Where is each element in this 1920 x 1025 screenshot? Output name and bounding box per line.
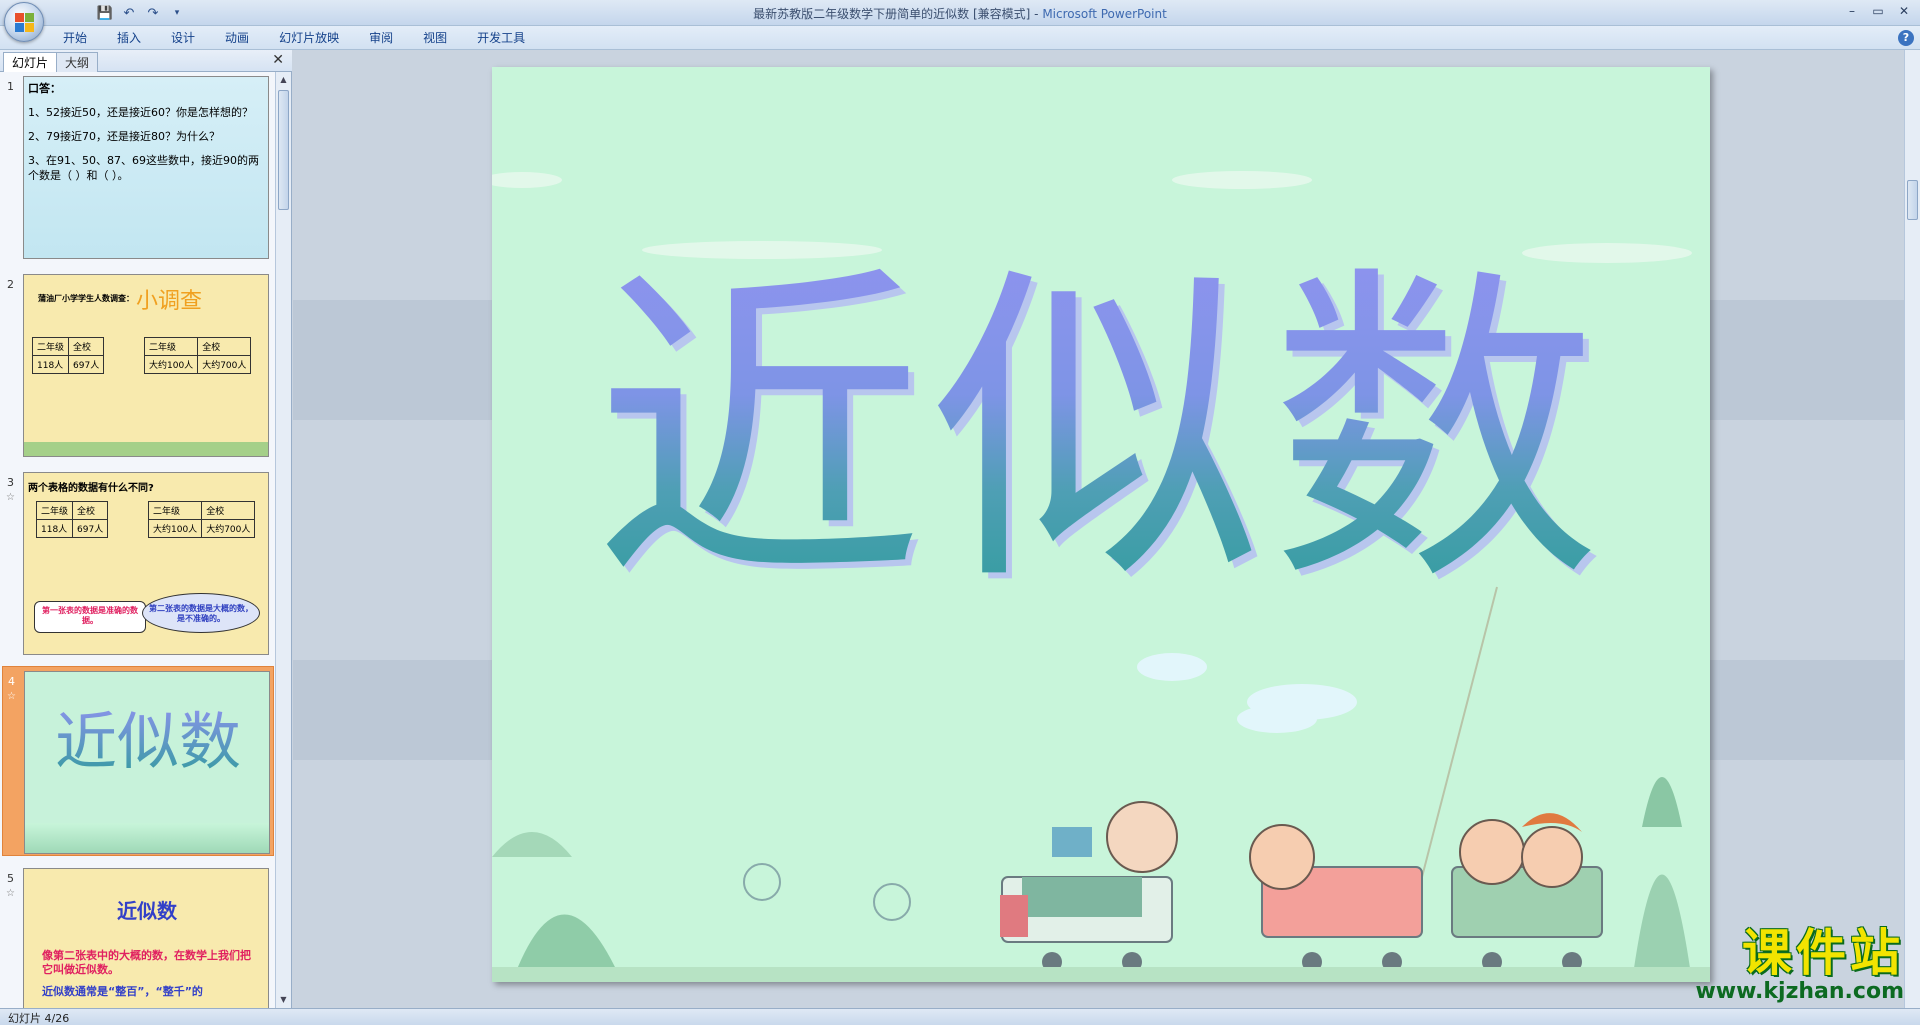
slide-thumb-1[interactable]: 1 口答： 1、52接近50，还是接近60？你是怎样想的？ 2、79接近70，还… bbox=[2, 72, 274, 262]
table-cell: 697人 bbox=[72, 519, 109, 538]
table-cell: 全校 bbox=[197, 337, 252, 356]
app-name: Microsoft PowerPoint bbox=[1042, 7, 1167, 21]
thumb-card: 两个表格的数据有什么不同? 二年级 全校 118人 697人 二年级 全校 大约100… bbox=[23, 472, 269, 655]
table-cell: 二年级 bbox=[143, 337, 199, 356]
animation-star-icon: ☆ bbox=[7, 691, 16, 702]
table-cell: 全校 bbox=[68, 337, 105, 356]
table-cell: 大约700人 bbox=[197, 355, 252, 374]
tab-developer[interactable]: 开发工具 bbox=[462, 26, 540, 50]
document-name: 最新苏教版二年级数学下册简单的近似数 [兼容模式] bbox=[753, 7, 1031, 21]
slide-indicator: 幻灯片 4/26 bbox=[8, 1012, 70, 1025]
minimize-button[interactable]: – bbox=[1840, 2, 1864, 20]
table-cell: 二年级 bbox=[31, 337, 70, 356]
tab-home[interactable]: 开始 bbox=[48, 26, 102, 50]
table-cell: 118人 bbox=[31, 355, 70, 374]
slide-number: 2 bbox=[7, 278, 14, 291]
status-bar: 幻灯片 4/26 bbox=[0, 1008, 1920, 1025]
tab-outline[interactable]: 大纲 bbox=[56, 52, 99, 72]
tab-insert[interactable]: 插入 bbox=[102, 26, 156, 50]
animation-star-icon: ☆ bbox=[6, 492, 15, 503]
thumb-heading: 口答： bbox=[28, 82, 61, 95]
ribbon: 开始 插入 设计 动画 幻灯片放映 审阅 视图 开发工具 ? bbox=[0, 26, 1920, 50]
slide-number: 1 bbox=[7, 80, 14, 93]
slide-title[interactable]: 近似数 bbox=[492, 242, 1710, 622]
scrollbar-thumb[interactable] bbox=[278, 90, 289, 210]
window-controls: – ▭ ✕ bbox=[1840, 2, 1916, 20]
thumb-card: 近似数 像第二张表中的大概的数，在数学上我们把它叫做近似数。 近似数通常是“整百… bbox=[23, 868, 269, 1008]
thumb-question: 两个表格的数据有什么不同? bbox=[28, 483, 154, 494]
thumb-ground-decoration bbox=[25, 823, 269, 853]
current-slide[interactable]: 近似数 bbox=[492, 67, 1710, 982]
thumb-card: 口答： 1、52接近50，还是接近60？你是怎样想的？ 2、79接近70，还是接… bbox=[23, 76, 269, 259]
thumb-line: 近似数通常是“整百”，“整千”的 bbox=[42, 985, 203, 998]
callout-bubble-1: 第一张表的数据是准确的数据。 bbox=[34, 601, 146, 633]
thumb-table-2: 二年级 全校 大约100人 大约700人 bbox=[147, 501, 256, 538]
thumb-card: 蒲油厂小学学生人数调查： 小调查 二年级 全校 118人 697人 二年级 全校 大约… bbox=[23, 274, 269, 457]
slide-thumb-3[interactable]: 3 ☆ 两个表格的数据有什么不同? 二年级 全校 118人 697人 二年级 全校 大… bbox=[2, 468, 274, 658]
slide-number: 5 bbox=[7, 872, 14, 885]
scroll-up-icon[interactable]: ▲ bbox=[276, 72, 291, 88]
table-cell: 全校 bbox=[201, 501, 256, 520]
slide-thumbnails: 1 口答： 1、52接近50，还是接近60？你是怎样想的？ 2、79接近70，还… bbox=[0, 72, 276, 1008]
office-logo-icon bbox=[15, 13, 35, 33]
thumb-table-1: 二年级 全校 118人 697人 bbox=[35, 501, 109, 538]
thumb-line: 2、79接近70，还是接近80？为什么？ bbox=[28, 130, 220, 143]
table-cell: 697人 bbox=[68, 355, 105, 374]
survey-label: 蒲油厂小学学生人数调查： bbox=[38, 294, 134, 303]
ribbon-tabs: 开始 插入 设计 动画 幻灯片放映 审阅 视图 开发工具 bbox=[48, 26, 540, 50]
thumb-title: 近似数 bbox=[117, 899, 177, 923]
tab-slides[interactable]: 幻灯片 bbox=[3, 52, 58, 72]
scroll-down-icon[interactable]: ▼ bbox=[276, 992, 291, 1008]
tab-slideshow[interactable]: 幻灯片放映 bbox=[264, 26, 354, 50]
thumb-line: 像第二张表中的大概的数，在数学上我们把它叫做近似数。 bbox=[42, 949, 251, 976]
thumb-title: 近似数 bbox=[25, 702, 269, 782]
slide-thumb-2[interactable]: 2 蒲油厂小学学生人数调查： 小调查 二年级 全校 118人 697人 二年级 全校 … bbox=[2, 270, 274, 460]
office-button[interactable] bbox=[4, 2, 44, 42]
kjzhan-watermark: 课件站 www.kjzhan.com bbox=[1668, 925, 1904, 1007]
animation-star-icon: ☆ bbox=[6, 888, 15, 899]
thumbnails-scrollbar[interactable]: ▲ ▼ bbox=[275, 72, 291, 1008]
table-cell: 118人 bbox=[35, 519, 74, 538]
watermark-name: 课件站 bbox=[1742, 923, 1904, 982]
slides-pane: 幻灯片 大纲 ✕ 1 口答： 1、52接近50，还是接近60？你是怎样想的？ 2… bbox=[0, 50, 292, 1008]
slide-thumb-5[interactable]: 5 ☆ 近似数 像第二张表中的大概的数，在数学上我们把它叫做近似数。 近似数通常… bbox=[2, 864, 274, 1008]
window-title: 最新苏教版二年级数学下册简单的近似数 [兼容模式] - Microsoft Po… bbox=[0, 5, 1920, 22]
table-cell: 大约100人 bbox=[143, 355, 199, 374]
pane-close-icon[interactable]: ✕ bbox=[272, 52, 284, 68]
table-cell: 大约100人 bbox=[147, 519, 203, 538]
table-cell: 二年级 bbox=[147, 501, 203, 520]
watermark-url: www.kjzhan.com bbox=[1695, 979, 1904, 1004]
slide-number: 3 bbox=[7, 476, 14, 489]
slide-thumb-4[interactable]: 4 ☆ 近似数 bbox=[2, 666, 274, 856]
thumb-line: 3、在91、50、87、69这些数中，接近90的两个数是（ ）和（ ）。 bbox=[28, 154, 259, 182]
scrollbar-thumb[interactable] bbox=[1907, 180, 1918, 220]
canvas-scrollbar[interactable] bbox=[1904, 50, 1920, 1008]
thumb-card: 近似数 bbox=[24, 671, 270, 854]
help-icon[interactable]: ? bbox=[1898, 30, 1914, 46]
tab-animation[interactable]: 动画 bbox=[210, 26, 264, 50]
tab-review[interactable]: 审阅 bbox=[354, 26, 408, 50]
title-bar: 💾 ↶ ↷ ▾ 最新苏教版二年级数学下册简单的近似数 [兼容模式] - Micr… bbox=[0, 0, 1920, 26]
pane-tabs: 幻灯片 大纲 ✕ bbox=[0, 50, 292, 72]
title-separator: - bbox=[1030, 7, 1043, 21]
table-cell: 大约700人 bbox=[201, 519, 256, 538]
table-cell: 全校 bbox=[72, 501, 109, 520]
slide-number: 4 bbox=[8, 675, 15, 688]
callout-bubble-2: 第二张表的数据是大概的数，是不准确的。 bbox=[142, 593, 260, 633]
tab-view[interactable]: 视图 bbox=[408, 26, 462, 50]
thumb-table-1: 二年级 全校 118人 697人 bbox=[31, 337, 105, 374]
maximize-button[interactable]: ▭ bbox=[1866, 2, 1890, 20]
thumb-table-2: 二年级 全校 大约100人 大约700人 bbox=[143, 337, 252, 374]
survey-title: 小调查 bbox=[136, 289, 203, 314]
thumb-ground-decoration bbox=[24, 442, 268, 456]
thumb-line: 1、52接近50，还是接近60？你是怎样想的？ bbox=[28, 106, 253, 119]
table-cell: 二年级 bbox=[35, 501, 74, 520]
tab-design[interactable]: 设计 bbox=[156, 26, 210, 50]
close-button[interactable]: ✕ bbox=[1892, 2, 1916, 20]
